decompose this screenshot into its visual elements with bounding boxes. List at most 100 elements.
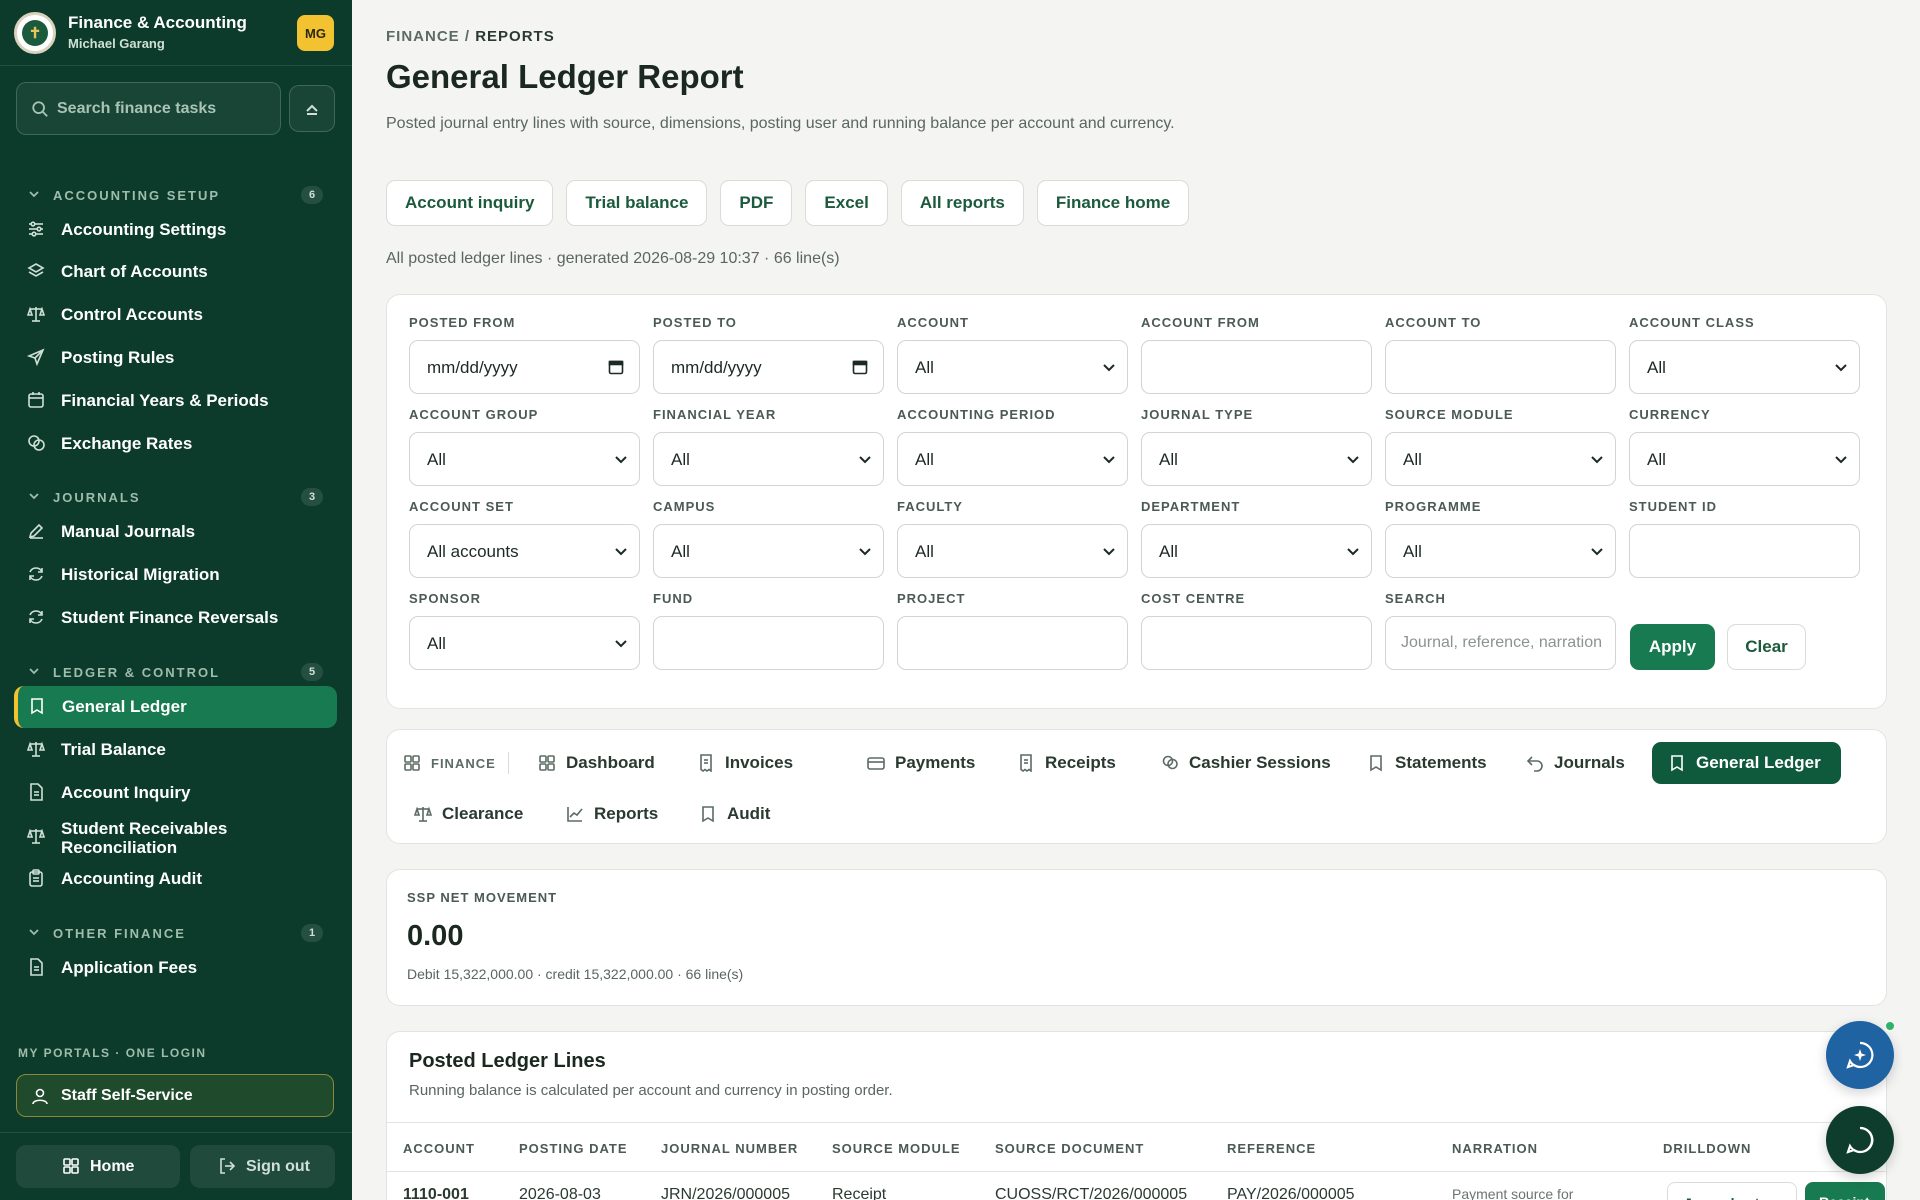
sidebar-item-historical-migration[interactable]: Historical Migration [14, 554, 337, 594]
filter-programme-select[interactable]: All [1385, 524, 1616, 578]
home-button[interactable]: Home [16, 1145, 180, 1188]
sidebar-item-account-inquiry[interactable]: Account Inquiry [14, 772, 337, 812]
tab-audit[interactable]: Audit [699, 793, 770, 835]
filter-account-set-select[interactable]: All accounts [409, 524, 640, 578]
trial-balance-button[interactable]: Trial balance [566, 180, 708, 226]
tab-reports[interactable]: Reports [566, 793, 658, 835]
filter-financial-year-select[interactable]: All [653, 432, 884, 486]
column-header[interactable]: SOURCE MODULE [832, 1141, 961, 1156]
sidebar-item-student-finance-reversals[interactable]: Student Finance Reversals [14, 597, 337, 637]
filter-value: All [915, 358, 934, 377]
sidebar-item-chart-of-accounts[interactable]: Chart of Accounts [14, 251, 337, 291]
section-accounting-setup[interactable]: ACCOUNTING SETUP 6 [0, 183, 352, 207]
finance-home-button[interactable]: Finance home [1036, 180, 1190, 226]
tab-journals[interactable]: Journals [1526, 742, 1625, 784]
breadcrumb-current[interactable]: REPORTS [475, 28, 555, 45]
tab-payments[interactable]: Payments [867, 742, 975, 784]
calendar-icon[interactable] [608, 359, 624, 375]
sidebar-item-control-accounts[interactable]: Control Accounts [14, 294, 337, 334]
book-icon [1370, 755, 1382, 772]
assistant-chat-button[interactable] [1826, 1021, 1894, 1089]
cell-reference: PAY/2026/000005 [1227, 1186, 1355, 1200]
column-header[interactable]: SOURCE DOCUMENT [995, 1141, 1144, 1156]
avatar[interactable]: MG [297, 15, 334, 51]
collapse-sidebar-button[interactable] [289, 85, 335, 132]
filter-account-to-input[interactable] [1385, 340, 1616, 394]
clear-button[interactable]: Clear [1727, 624, 1806, 670]
filter-department-select[interactable]: All [1141, 524, 1372, 578]
sidebar-item-accounting-audit[interactable]: Accounting Audit [14, 858, 337, 898]
calendar-icon[interactable] [852, 359, 868, 375]
filter-label-student-id: STUDENT ID [1629, 499, 1717, 514]
staff-self-service-button[interactable]: Staff Self-Service [16, 1074, 334, 1117]
tab-label: Dashboard [566, 753, 655, 772]
calendar-icon [28, 392, 44, 408]
search-icon [32, 101, 48, 117]
pdf-export-button[interactable]: PDF [720, 180, 793, 226]
filter-posted-to-input[interactable]: mm/dd/yyyy [653, 340, 884, 394]
sidebar-item-financial-years[interactable]: Financial Years & Periods [14, 380, 337, 420]
filter-cost-centre-input[interactable] [1141, 616, 1372, 670]
filter-account-select[interactable]: All [897, 340, 1128, 394]
filter-currency-select[interactable]: All [1629, 432, 1860, 486]
filter-posted-from-input[interactable]: mm/dd/yyyy [409, 340, 640, 394]
cell-journal-number[interactable]: JRN/2026/000005 [661, 1186, 790, 1200]
cell-account[interactable]: 1110-001 [403, 1186, 469, 1200]
sidebar-item-student-receivables-reconciliation[interactable]: Student Receivables Reconciliation [14, 816, 337, 860]
support-chat-button[interactable] [1826, 1106, 1894, 1174]
filter-project-input[interactable] [897, 616, 1128, 670]
sidebar-search-input[interactable]: Search finance tasks [16, 82, 281, 135]
sidebar-item-application-fees[interactable]: Application Fees [14, 947, 337, 987]
filter-search-input[interactable]: Journal, reference, narration [1385, 616, 1616, 670]
sidebar-item-accounting-settings[interactable]: Accounting Settings [14, 209, 337, 249]
tab-cashier-sessions[interactable]: Cashier Sessions [1161, 742, 1331, 784]
filter-sponsor-select[interactable]: All [409, 616, 640, 670]
all-reports-button[interactable]: All reports [900, 180, 1024, 226]
apply-button[interactable]: Apply [1630, 624, 1715, 670]
send-icon [27, 348, 45, 366]
filter-campus-select[interactable]: All [653, 524, 884, 578]
tab-general-ledger[interactable]: General Ledger [1652, 742, 1841, 784]
section-journals[interactable]: JOURNALS 3 [0, 485, 352, 509]
filter-student-id-input[interactable] [1629, 524, 1860, 578]
filter-account-from-input[interactable] [1141, 340, 1372, 394]
filter-fund-input[interactable] [653, 616, 884, 670]
layers-icon [27, 263, 45, 277]
sign-out-button[interactable]: Sign out [190, 1145, 335, 1188]
filter-faculty-select[interactable]: All [897, 524, 1128, 578]
tab-receipts[interactable]: Receipts [1017, 742, 1116, 784]
column-header[interactable]: JOURNAL NUMBER [661, 1141, 798, 1156]
account-inquiry-button[interactable]: Account inquiry [386, 180, 554, 226]
column-header[interactable]: DRILLDOWN [1663, 1141, 1751, 1156]
filter-account-group-select[interactable]: All [409, 432, 640, 486]
pencil-icon [28, 523, 44, 539]
sidebar-item-general-ledger[interactable]: General Ledger [14, 686, 337, 728]
filter-accounting-period-select[interactable]: All [897, 432, 1128, 486]
document-icon [30, 783, 43, 801]
breadcrumb-root[interactable]: FINANCE [386, 28, 460, 45]
sidebar-item-posting-rules[interactable]: Posting Rules [14, 337, 337, 377]
tab-invoices[interactable]: Invoices [697, 742, 793, 784]
section-ledger-control[interactable]: LEDGER & CONTROL 5 [0, 660, 352, 684]
filter-journal-type-select[interactable]: All [1141, 432, 1372, 486]
section-other-finance[interactable]: OTHER FINANCE 1 [0, 921, 352, 945]
chevron-down-icon [29, 493, 39, 500]
breadcrumb-separator: / [464, 28, 471, 45]
tab-statements[interactable]: Statements [1367, 742, 1487, 784]
column-header[interactable]: REFERENCE [1227, 1141, 1316, 1156]
column-header[interactable]: ACCOUNT [403, 1141, 475, 1156]
sidebar-item-trial-balance[interactable]: Trial Balance [14, 729, 337, 769]
filter-source-module-select[interactable]: All [1385, 432, 1616, 486]
receipt-drilldown-button[interactable]: Receipt [1805, 1182, 1885, 1200]
column-header[interactable]: NARRATION [1452, 1141, 1538, 1156]
journal-entry-drilldown-button[interactable]: Journal entry [1667, 1182, 1797, 1200]
column-header[interactable]: POSTING DATE [519, 1141, 628, 1156]
sidebar-item-manual-journals[interactable]: Manual Journals [14, 511, 337, 551]
sidebar-item-exchange-rates[interactable]: Exchange Rates [14, 423, 337, 463]
tab-clearance[interactable]: Clearance [414, 793, 523, 835]
sidebar-nav[interactable]: ACCOUNTING SETUP 6 Accounting Settings C… [0, 140, 352, 1020]
excel-export-button[interactable]: Excel [805, 180, 888, 226]
filter-account-class-select[interactable]: All [1629, 340, 1860, 394]
tab-dashboard[interactable]: Dashboard [538, 742, 655, 784]
tab-label: Audit [727, 804, 771, 823]
